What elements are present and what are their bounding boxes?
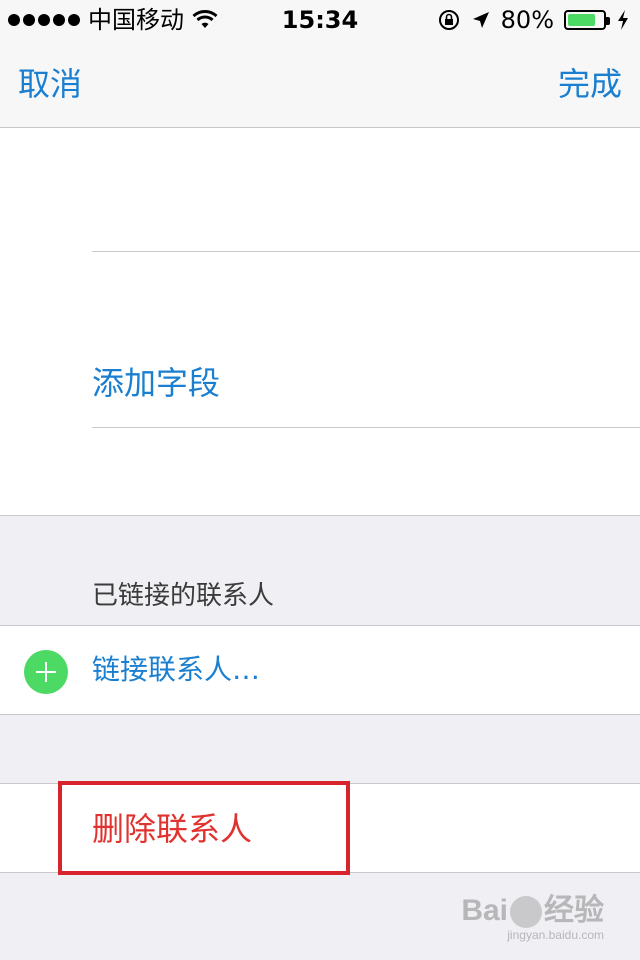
add-field-button[interactable]: 添加字段 (92, 363, 220, 403)
orientation-lock-icon (438, 10, 459, 30)
location-arrow-icon (472, 12, 489, 28)
battery-level (568, 14, 596, 26)
fields-group: 添加字段 (0, 128, 640, 516)
watermark: Bai 经验 jingyan.baidu.com (461, 893, 604, 942)
cancel-button[interactable]: 取消 (18, 62, 82, 106)
paw-icon (510, 896, 542, 928)
done-button[interactable]: 完成 (558, 62, 622, 106)
charging-bolt-icon (618, 10, 628, 30)
watermark-url: jingyan.baidu.com (507, 928, 604, 942)
linked-contacts-header: 已链接的联系人 (92, 581, 275, 611)
battery-icon (564, 10, 610, 30)
field-divider (92, 427, 640, 428)
link-contact-row[interactable]: 链接联系人… (0, 625, 640, 715)
highlight-annotation-box (58, 781, 350, 875)
watermark-brand-cn: 经验 (544, 893, 604, 927)
status-bar: 中国移动 15:34 80% (0, 0, 640, 40)
field-divider (92, 251, 640, 252)
link-contact-button[interactable]: 链接联系人… (92, 650, 260, 690)
battery-percent: 80% (500, 6, 554, 34)
watermark-brand: Bai (461, 893, 508, 927)
nav-bar: 取消 完成 (0, 40, 640, 128)
status-right: 80% (437, 6, 630, 34)
plus-circle-icon[interactable] (24, 650, 68, 694)
